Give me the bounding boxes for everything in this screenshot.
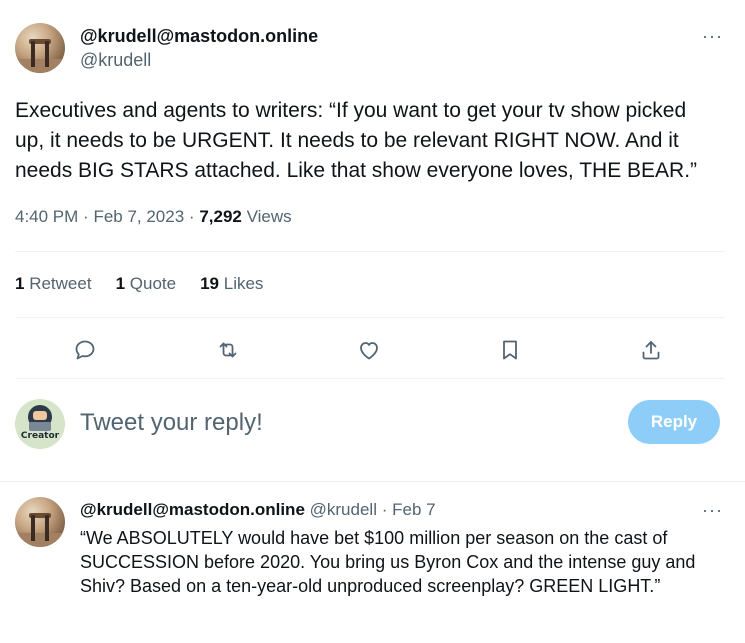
- meta-separator: ·: [188, 207, 200, 226]
- reply-button[interactable]: Reply: [628, 400, 720, 444]
- likes-stat[interactable]: 19 Likes: [200, 274, 263, 294]
- like-icon[interactable]: [349, 330, 389, 370]
- quotes-label: Quote: [129, 274, 177, 293]
- likes-label: Likes: [223, 274, 264, 293]
- views-count: 7,292: [199, 207, 242, 226]
- avatar-label: Creator: [20, 431, 60, 441]
- retweet-icon[interactable]: [208, 330, 248, 370]
- tweet-time[interactable]: 4:40 PM: [15, 207, 78, 226]
- divider: [0, 481, 745, 482]
- reply-avatar[interactable]: [15, 497, 65, 547]
- reply-input[interactable]: [80, 406, 580, 440]
- divider: [15, 378, 725, 379]
- tweet-meta: 4:40 PM · Feb 7, 2023 · 7,292 Views: [15, 207, 292, 227]
- bookmark-icon[interactable]: [490, 330, 530, 370]
- reply-date[interactable]: Feb 7: [392, 500, 435, 519]
- handle[interactable]: @krudell: [80, 50, 151, 71]
- retweets-count: 1: [15, 274, 25, 293]
- more-options-icon[interactable]: ···: [702, 26, 723, 47]
- reply-display-name[interactable]: @krudell@mastodon.online: [80, 500, 305, 519]
- divider: [15, 251, 725, 252]
- divider: [15, 317, 725, 318]
- reply-dot: ·: [381, 500, 388, 519]
- reply-text: “We ABSOLUTELY would have bet $100 milli…: [80, 528, 696, 596]
- views-label: Views: [246, 207, 292, 226]
- avatar[interactable]: [15, 23, 65, 73]
- tweet-date[interactable]: Feb 7, 2023: [93, 207, 184, 226]
- quotes-count: 1: [115, 274, 126, 293]
- share-icon[interactable]: [631, 330, 671, 370]
- likes-count: 19: [200, 274, 220, 293]
- user-avatar[interactable]: Creator: [15, 399, 65, 449]
- reply-icon[interactable]: [65, 330, 105, 370]
- engagement-stats: 1 Retweet 1 Quote 19 Likes: [15, 274, 287, 294]
- quotes-stat[interactable]: 1 Quote: [116, 274, 177, 294]
- retweets-stat[interactable]: 1 Retweet: [15, 274, 92, 294]
- reply-header: @krudell@mastodon.online @krudell · Feb …: [80, 500, 436, 520]
- meta-separator: ·: [83, 207, 94, 226]
- tweet-text: Executives and agents to writers: “If yo…: [15, 99, 698, 182]
- action-bar: [0, 330, 745, 370]
- more-options-icon[interactable]: ···: [702, 500, 723, 521]
- retweets-label: Retweet: [29, 274, 92, 293]
- display-name[interactable]: @krudell@mastodon.online: [80, 26, 318, 47]
- reply-handle[interactable]: @krudell: [310, 500, 377, 519]
